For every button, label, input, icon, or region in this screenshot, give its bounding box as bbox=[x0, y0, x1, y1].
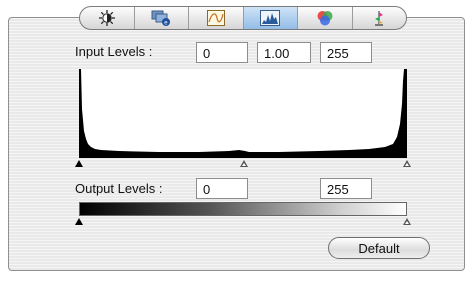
input-gamma-field[interactable] bbox=[257, 42, 311, 63]
tab-levels[interactable] bbox=[243, 7, 298, 29]
output-white-field[interactable] bbox=[320, 178, 372, 199]
tab-brightness[interactable] bbox=[80, 7, 135, 29]
input-gamma-slider[interactable] bbox=[240, 160, 248, 167]
input-black-field[interactable] bbox=[196, 42, 248, 63]
histogram-icon bbox=[259, 9, 281, 27]
adjustment-tabs: e bbox=[79, 6, 407, 30]
color-balance-icon bbox=[315, 9, 335, 27]
display-profile-icon: e bbox=[151, 9, 171, 27]
tab-color-balance[interactable] bbox=[298, 7, 353, 29]
output-levels-label: Output Levels : bbox=[75, 181, 163, 196]
output-gradient-bar bbox=[79, 202, 407, 216]
tab-color-picker[interactable] bbox=[353, 7, 407, 29]
output-black-slider[interactable] bbox=[75, 218, 83, 225]
input-white-field[interactable] bbox=[320, 42, 372, 63]
curve-icon bbox=[206, 9, 226, 27]
output-black-field[interactable] bbox=[196, 178, 248, 199]
output-white-slider[interactable] bbox=[403, 218, 411, 225]
default-button[interactable]: Default bbox=[328, 237, 430, 259]
tab-curves[interactable] bbox=[189, 7, 244, 29]
input-black-point-slider[interactable] bbox=[75, 160, 83, 167]
color-picker-icon bbox=[370, 9, 388, 27]
input-white-point-slider[interactable] bbox=[403, 160, 411, 167]
input-levels-label: Input Levels : bbox=[75, 44, 153, 59]
histogram bbox=[79, 69, 407, 158]
brightness-icon bbox=[98, 9, 116, 27]
histogram-fill bbox=[79, 69, 405, 152]
tab-display-profile[interactable]: e bbox=[135, 7, 189, 29]
